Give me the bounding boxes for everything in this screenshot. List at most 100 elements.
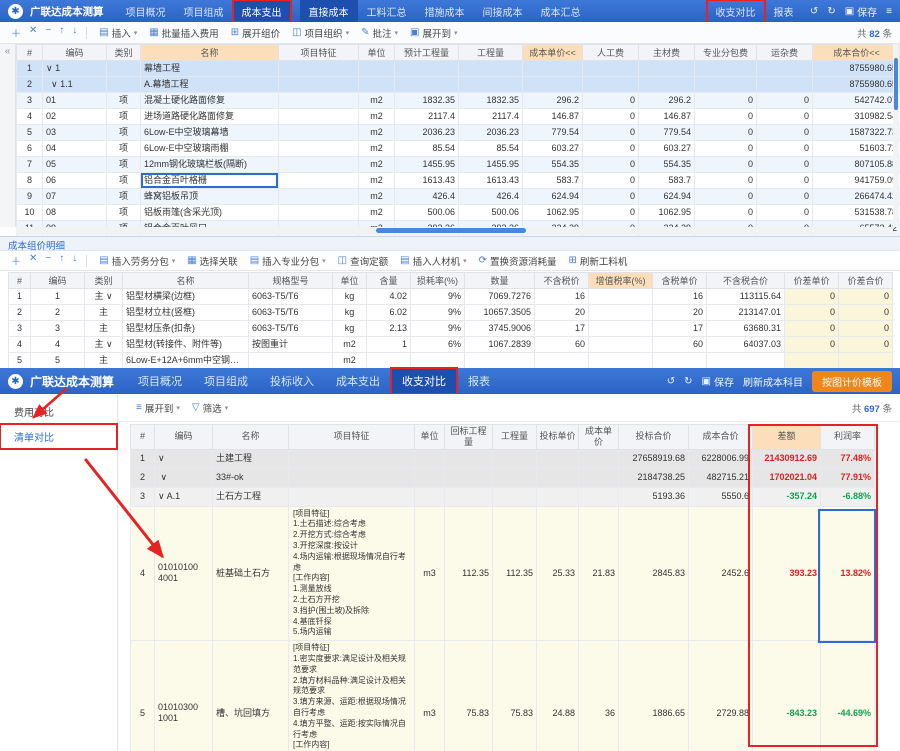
cell[interactable]: 0 xyxy=(695,173,757,189)
cell[interactable]: 3745.9006 xyxy=(465,321,535,337)
cell[interactable]: 20 xyxy=(535,305,589,321)
cell[interactable] xyxy=(249,353,333,369)
cell[interactable]: m2 xyxy=(333,337,367,353)
column-header[interactable]: 预计工程量 xyxy=(395,45,459,61)
column-header[interactable]: 数量 xyxy=(465,273,535,289)
tool-icon[interactable]: ＋ xyxy=(8,253,24,268)
cell[interactable]: 16 xyxy=(653,289,707,305)
table-row[interactable]: 907项蜂窝铝板吊顶m2426.4426.4624.940624.9400266… xyxy=(17,189,900,205)
cell[interactable]: 0 xyxy=(583,189,639,205)
cell[interactable]: 393.23 xyxy=(753,506,821,641)
table-row[interactable]: 2 ∨ 1.1A.幕墙工程8755980.65 xyxy=(17,77,900,93)
column-header[interactable]: 人工费 xyxy=(583,45,639,61)
cell[interactable]: 2 xyxy=(17,77,43,93)
table-row[interactable]: 33主铝型材压条(扣条)6063-T5/T6kg2.139%3745.90061… xyxy=(9,321,893,337)
cell[interactable]: 土建工程 xyxy=(213,449,289,468)
cell[interactable]: 项 xyxy=(107,205,141,221)
tool-icon[interactable]: − xyxy=(42,253,54,268)
cell[interactable]: 603.27 xyxy=(639,141,695,157)
cell[interactable]: 4 xyxy=(31,337,85,353)
cell[interactable]: 0 xyxy=(695,109,757,125)
cell[interactable] xyxy=(589,353,653,369)
cell[interactable]: 542742.07 xyxy=(813,93,900,109)
toolbar-item[interactable]: ▤插入▾ xyxy=(93,26,143,40)
cell[interactable] xyxy=(459,61,523,77)
column-header[interactable]: 运杂费 xyxy=(757,45,813,61)
column-header[interactable]: 投标单价 xyxy=(537,425,579,450)
cell[interactable] xyxy=(695,77,757,93)
cell[interactable]: -843.23 xyxy=(753,641,821,751)
column-header[interactable]: # xyxy=(131,425,155,450)
cell[interactable]: m3 xyxy=(415,506,445,641)
column-header[interactable]: 单位 xyxy=(333,273,367,289)
column-header[interactable]: 成本单价<< xyxy=(523,45,583,61)
cell[interactable]: 2036.23 xyxy=(395,125,459,141)
nav-tab[interactable]: 报表 xyxy=(457,368,501,394)
cell[interactable]: 9% xyxy=(411,321,465,337)
cell[interactable]: 5193.36 xyxy=(619,487,689,506)
cell[interactable]: m2 xyxy=(359,173,395,189)
cell[interactable]: 主 ∨ xyxy=(85,289,123,305)
cell[interactable]: 9% xyxy=(411,305,465,321)
cell[interactable] xyxy=(523,77,583,93)
cell[interactable] xyxy=(589,305,653,321)
table-row[interactable]: 2 ∨33#-ok2184738.25482715.211702021.0477… xyxy=(131,468,875,487)
cell[interactable]: 5550.6 xyxy=(689,487,753,506)
cell[interactable]: 0 xyxy=(757,173,813,189)
cell[interactable] xyxy=(579,449,619,468)
cell[interactable]: ∨ A.1 xyxy=(155,487,213,506)
cell[interactable]: 5 xyxy=(9,353,31,369)
cell[interactable] xyxy=(579,468,619,487)
cell[interactable] xyxy=(279,109,359,125)
cell[interactable] xyxy=(415,449,445,468)
cell[interactable]: 4 xyxy=(9,337,31,353)
column-header[interactable]: 利润率 xyxy=(821,425,875,450)
column-header[interactable]: 类别 xyxy=(107,45,141,61)
nav-tab[interactable]: 报表 xyxy=(765,0,803,22)
table-row[interactable]: 11主 ∨铝型材横梁(边框)6063-T5/T6kg4.029%7069.727… xyxy=(9,289,893,305)
cell[interactable]: 主 xyxy=(85,321,123,337)
cell[interactable]: 混凝土硬化路面修复 xyxy=(141,93,279,109)
cell[interactable]: 7069.7276 xyxy=(465,289,535,305)
cell[interactable] xyxy=(395,61,459,77)
cell[interactable]: 1 xyxy=(17,61,43,77)
cell[interactable]: 进场道路硬化路面修复 xyxy=(141,109,279,125)
cell[interactable]: 槽、坑回填方 xyxy=(213,641,289,751)
cell[interactable]: 5 xyxy=(131,641,155,751)
cell[interactable]: 铝型材立柱(竖框) xyxy=(123,305,249,321)
cell[interactable] xyxy=(537,487,579,506)
cell[interactable]: 24.88 xyxy=(537,641,579,751)
cell[interactable]: 17 xyxy=(535,321,589,337)
toolbar-item[interactable]: ▽筛选▾ xyxy=(186,401,234,415)
cell[interactable]: 213147.01 xyxy=(707,305,785,321)
cell[interactable]: 0 xyxy=(583,173,639,189)
cell[interactable]: 112.35 xyxy=(445,506,493,641)
sidebar-item[interactable]: 清单对比 xyxy=(0,424,117,449)
cell[interactable]: m2 xyxy=(359,157,395,173)
cell[interactable]: 1613.43 xyxy=(395,173,459,189)
nav-tab[interactable]: 成本支出 xyxy=(233,0,291,22)
cell[interactable]: 4 xyxy=(17,109,43,125)
cell[interactable]: 0 xyxy=(695,141,757,157)
cell[interactable] xyxy=(279,189,359,205)
cell[interactable]: 0 xyxy=(757,93,813,109)
column-header[interactable]: 不含税价 xyxy=(535,273,589,289)
cell[interactable]: 6063-T5/T6 xyxy=(249,321,333,337)
column-header[interactable]: # xyxy=(17,45,43,61)
cell[interactable] xyxy=(493,487,537,506)
nav-tab[interactable]: 项目组成 xyxy=(193,368,259,394)
toolbar-item[interactable]: ⟳置换资源消耗量 xyxy=(473,254,563,268)
column-header[interactable]: 类别 xyxy=(85,273,123,289)
cell[interactable]: 主 xyxy=(85,305,123,321)
cell[interactable]: 531538.78 xyxy=(813,205,900,221)
cell[interactable]: 6063-T5/T6 xyxy=(249,305,333,321)
cell[interactable] xyxy=(579,487,619,506)
tool-icon[interactable]: ↓ xyxy=(69,253,80,268)
cell[interactable]: 1832.35 xyxy=(395,93,459,109)
cell[interactable] xyxy=(583,77,639,93)
cell[interactable] xyxy=(445,449,493,468)
nav-tab[interactable]: 项目概况 xyxy=(127,368,193,394)
cell[interactable]: 0 xyxy=(757,125,813,141)
cell[interactable]: 500.06 xyxy=(459,205,523,221)
cell[interactable]: 主 xyxy=(85,353,123,369)
